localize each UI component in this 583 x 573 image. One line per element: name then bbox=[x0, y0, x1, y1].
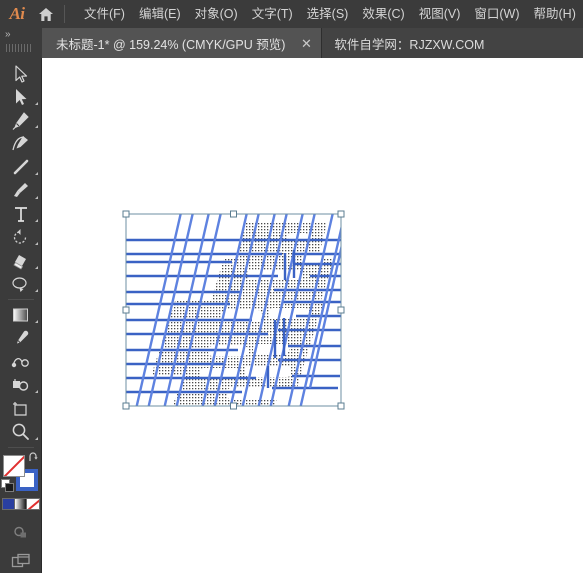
selection-tool[interactable] bbox=[1, 62, 41, 85]
chevron-double-right-icon: » bbox=[5, 29, 10, 40]
panel-collapse-toggle[interactable]: » bbox=[0, 28, 42, 58]
line-segment-tool[interactable] bbox=[1, 156, 41, 179]
watermark-text: 软件自学网：RJZXW.COM bbox=[334, 37, 485, 52]
zoom-tool[interactable] bbox=[1, 420, 41, 443]
home-icon[interactable] bbox=[30, 0, 62, 28]
menu-edit[interactable]: 编辑(E) bbox=[132, 0, 188, 28]
color-mode-color[interactable] bbox=[2, 499, 15, 510]
document-tab-title: 未标题-1* @ 159.24% (CMYK/GPU 预览) bbox=[56, 37, 286, 52]
fill-swatch[interactable] bbox=[2, 454, 25, 477]
menu-window[interactable]: 窗口(W) bbox=[467, 0, 526, 28]
menu-effect[interactable]: 效果(C) bbox=[355, 0, 411, 28]
tools-panel bbox=[0, 58, 42, 573]
eyedropper-tool[interactable] bbox=[1, 327, 41, 350]
fill-stroke-control[interactable] bbox=[0, 452, 41, 493]
menu-help[interactable]: 帮助(H) bbox=[527, 0, 583, 28]
gradient-tool[interactable] bbox=[1, 303, 41, 326]
screen-mode-icon[interactable] bbox=[1, 550, 41, 573]
color-mode-none[interactable] bbox=[26, 499, 39, 510]
menu-view[interactable]: 视图(V) bbox=[412, 0, 468, 28]
draw-mode-icon[interactable] bbox=[1, 520, 41, 543]
canvas-area[interactable] bbox=[42, 58, 583, 573]
app-logo: Ai bbox=[9, 4, 25, 23]
artboard-tool[interactable] bbox=[1, 397, 41, 420]
swap-fill-stroke-icon[interactable] bbox=[28, 452, 40, 464]
lasso-tool[interactable] bbox=[1, 273, 41, 296]
color-mode-buttons bbox=[1, 498, 40, 511]
tool-separator-2 bbox=[7, 446, 34, 448]
close-icon[interactable]: ✕ bbox=[299, 37, 313, 50]
illustrator-window: Ai 文件(F) 编辑(E) 对象(O) 文字(T) 选择(S) 效果(C) 视… bbox=[0, 0, 583, 573]
menu-file[interactable]: 文件(F) bbox=[77, 0, 132, 28]
document-tab[interactable]: 未标题-1* @ 159.24% (CMYK/GPU 预览) ✕ bbox=[42, 28, 323, 58]
blend-tool[interactable] bbox=[1, 350, 41, 373]
artwork-graphic[interactable] bbox=[42, 58, 583, 573]
paintbrush-tool[interactable] bbox=[1, 179, 41, 202]
shape-builder-tool[interactable] bbox=[1, 373, 41, 396]
color-mode-gradient[interactable] bbox=[14, 499, 27, 510]
direct-selection-tool[interactable] bbox=[1, 85, 41, 108]
document-tab-bar: » 未标题-1* @ 159.24% (CMYK/GPU 预览) ✕ 软件自学网… bbox=[0, 28, 583, 58]
menubar-separator bbox=[64, 5, 65, 23]
menu-type[interactable]: 文字(T) bbox=[245, 0, 300, 28]
default-fill-stroke-icon[interactable] bbox=[0, 479, 14, 493]
pen-tool[interactable] bbox=[1, 109, 41, 132]
menu-item-list: 文件(F) 编辑(E) 对象(O) 文字(T) 选择(S) 效果(C) 视图(V… bbox=[77, 0, 583, 28]
eraser-tool[interactable] bbox=[1, 249, 41, 272]
rotate-tool[interactable] bbox=[1, 226, 41, 249]
menu-bar: Ai 文件(F) 编辑(E) 对象(O) 文字(T) 选择(S) 效果(C) 视… bbox=[0, 0, 583, 28]
tool-separator-1 bbox=[7, 299, 34, 301]
menu-select[interactable]: 选择(S) bbox=[300, 0, 356, 28]
toolbar-drag-grip[interactable] bbox=[6, 44, 32, 52]
fill-none-indicator bbox=[4, 456, 24, 476]
menu-object[interactable]: 对象(O) bbox=[188, 0, 245, 28]
workspace-body bbox=[0, 58, 583, 573]
type-tool[interactable] bbox=[1, 203, 41, 226]
artwork-content bbox=[126, 214, 341, 406]
curvature-tool[interactable] bbox=[1, 132, 41, 155]
